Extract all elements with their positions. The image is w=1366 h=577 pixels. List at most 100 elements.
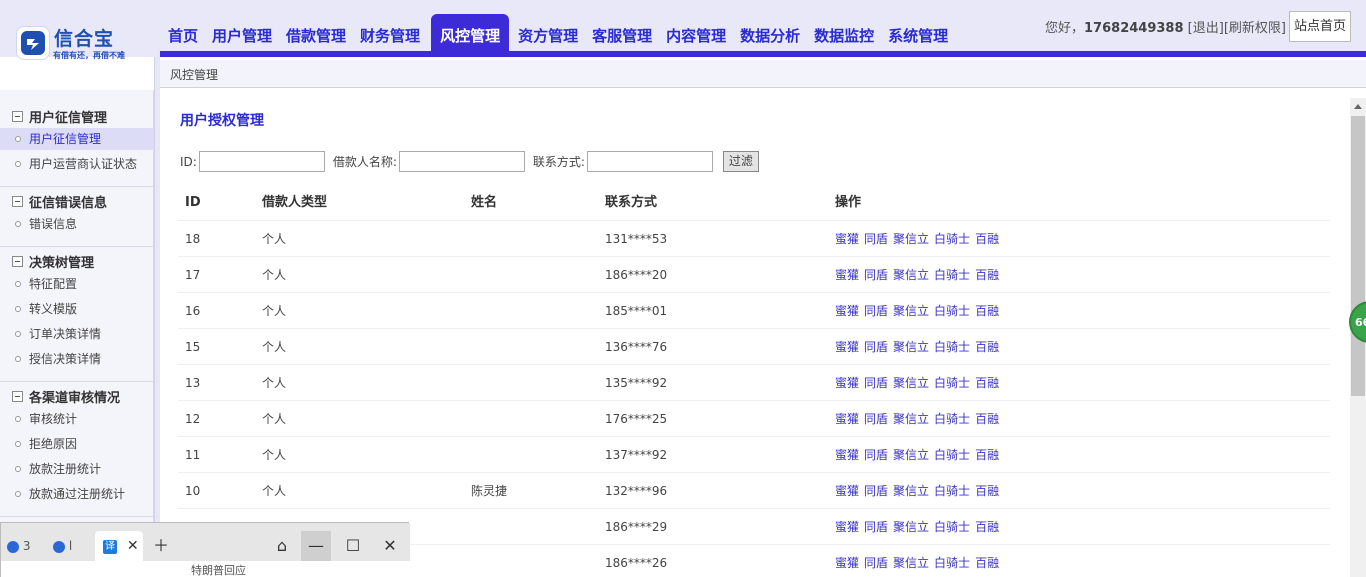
column-header[interactable]: 借款人类型	[262, 185, 327, 221]
new-tab-icon[interactable]: ＋	[146, 531, 176, 561]
action-link-0[interactable]: 蜜獾	[835, 304, 859, 318]
action-link-1[interactable]: 同盾	[864, 232, 888, 246]
action-link-1[interactable]: 同盾	[864, 376, 888, 390]
action-link-4[interactable]: 百融	[975, 268, 999, 282]
nav-item-5[interactable]: 资方管理	[512, 14, 584, 52]
scroll-thumb[interactable]	[1351, 116, 1365, 396]
column-header[interactable]: ID	[185, 185, 201, 221]
nav-item-1[interactable]: 用户管理	[206, 14, 278, 52]
sidebar-group-1[interactable]: 征信错误信息	[12, 191, 107, 211]
action-link-3[interactable]: 白骑士	[934, 520, 970, 534]
action-link-4[interactable]: 百融	[975, 340, 999, 354]
sidebar-item-3-1[interactable]: 拒绝原因	[0, 433, 154, 455]
close-window-icon[interactable]: ✕	[375, 531, 405, 561]
nav-item-8[interactable]: 数据分析	[734, 14, 806, 52]
action-link-2[interactable]: 聚信立	[893, 412, 929, 426]
action-link-3[interactable]: 白骑士	[934, 556, 970, 570]
action-link-2[interactable]: 聚信立	[893, 556, 929, 570]
contact-input[interactable]	[586, 151, 713, 172]
sidebar-group-0[interactable]: 用户征信管理	[12, 106, 107, 126]
action-link-3[interactable]: 白骑士	[934, 340, 970, 354]
nav-item-6[interactable]: 客服管理	[586, 14, 658, 52]
action-link-3[interactable]: 白骑士	[934, 448, 970, 462]
nav-item-3[interactable]: 财务管理	[354, 14, 426, 52]
nav-item-4[interactable]: 风控管理	[431, 14, 510, 52]
collapse-icon[interactable]	[12, 195, 23, 207]
action-link-1[interactable]: 同盾	[864, 268, 888, 282]
action-link-2[interactable]: 聚信立	[893, 304, 929, 318]
action-link-2[interactable]: 聚信立	[893, 376, 929, 390]
sidebar-item-3-2[interactable]: 放款注册统计	[0, 458, 154, 480]
action-link-2[interactable]: 聚信立	[893, 268, 929, 282]
action-link-0[interactable]: 蜜獾	[835, 520, 859, 534]
action-link-0[interactable]: 蜜獾	[835, 376, 859, 390]
action-link-4[interactable]: 百融	[975, 232, 999, 246]
toolbar-text[interactable]: 特朗普回应	[191, 562, 246, 577]
action-link-3[interactable]: 白骑士	[934, 304, 970, 318]
minimize-icon[interactable]: —	[301, 531, 331, 561]
maximize-icon[interactable]: ☐	[338, 531, 368, 561]
action-link-2[interactable]: 聚信立	[893, 448, 929, 462]
id-input[interactable]	[198, 151, 325, 172]
action-link-0[interactable]: 蜜獾	[835, 232, 859, 246]
action-link-2[interactable]: 聚信立	[893, 520, 929, 534]
action-link-0[interactable]: 蜜獾	[835, 340, 859, 354]
action-link-1[interactable]: 同盾	[864, 484, 888, 498]
action-link-4[interactable]: 百融	[975, 484, 999, 498]
action-link-4[interactable]: 百融	[975, 412, 999, 426]
sidebar-item-0-1[interactable]: 用户运营商认证状态	[0, 153, 154, 175]
action-link-4[interactable]: 百融	[975, 448, 999, 462]
browser-tab-2[interactable]: l	[51, 531, 89, 561]
sidebar-item-3-0[interactable]: 审核统计	[0, 408, 154, 430]
action-link-0[interactable]: 蜜獾	[835, 556, 859, 570]
logout-link[interactable]: [退出]	[1188, 21, 1224, 36]
nav-item-2[interactable]: 借款管理	[280, 14, 352, 52]
action-link-3[interactable]: 白骑士	[934, 484, 970, 498]
action-link-3[interactable]: 白骑士	[934, 232, 970, 246]
borrower-input[interactable]	[398, 151, 525, 172]
action-link-2[interactable]: 聚信立	[893, 232, 929, 246]
nav-item-7[interactable]: 内容管理	[660, 14, 732, 52]
tab-close-icon[interactable]: ✕	[127, 538, 139, 554]
column-header[interactable]: 联系方式	[605, 185, 657, 221]
sidebar-item-1-0[interactable]: 错误信息	[0, 213, 154, 235]
action-link-0[interactable]: 蜜獾	[835, 448, 859, 462]
action-link-4[interactable]: 百融	[975, 376, 999, 390]
action-link-1[interactable]: 同盾	[864, 556, 888, 570]
sidebar-group-3[interactable]: 各渠道审核情况	[12, 386, 120, 406]
action-link-0[interactable]: 蜜獾	[835, 268, 859, 282]
shirt-icon[interactable]: ⌂	[267, 531, 297, 561]
refresh-permissions-link[interactable]: [刷新权限]	[1224, 21, 1286, 36]
sidebar-group-2[interactable]: 决策树管理	[12, 251, 94, 271]
action-link-1[interactable]: 同盾	[864, 448, 888, 462]
column-header[interactable]: 操作	[835, 185, 861, 221]
action-link-1[interactable]: 同盾	[864, 412, 888, 426]
sidebar-item-2-3[interactable]: 授信决策详情	[0, 348, 154, 370]
filter-button[interactable]: 过滤	[722, 151, 759, 172]
action-link-0[interactable]: 蜜獾	[835, 484, 859, 498]
collapse-icon[interactable]	[12, 255, 23, 267]
action-link-2[interactable]: 聚信立	[893, 484, 929, 498]
logo[interactable]: 信合宝 有借有还，再借不难	[16, 26, 146, 62]
action-link-3[interactable]: 白骑士	[934, 412, 970, 426]
action-link-4[interactable]: 百融	[975, 304, 999, 318]
action-link-1[interactable]: 同盾	[864, 340, 888, 354]
nav-item-9[interactable]: 数据监控	[808, 14, 880, 52]
column-header[interactable]: 姓名	[471, 185, 497, 221]
sidebar-item-2-1[interactable]: 转义模版	[0, 298, 154, 320]
action-link-4[interactable]: 百融	[975, 520, 999, 534]
sidebar-item-2-0[interactable]: 特征配置	[0, 273, 154, 295]
action-link-1[interactable]: 同盾	[864, 304, 888, 318]
collapse-icon[interactable]	[12, 110, 23, 122]
sidebar-item-3-3[interactable]: 放款通过注册统计	[0, 483, 154, 505]
action-link-2[interactable]: 聚信立	[893, 340, 929, 354]
sidebar-item-0-0[interactable]: 用户征信管理	[0, 128, 154, 150]
browser-tab-1[interactable]: 3	[5, 531, 45, 561]
collapse-icon[interactable]	[12, 390, 23, 402]
sidebar-item-2-2[interactable]: 订单决策详情	[0, 323, 154, 345]
browser-tab-3[interactable]: 译 ✕	[95, 531, 143, 561]
action-link-0[interactable]: 蜜獾	[835, 412, 859, 426]
site-home-button[interactable]: 站点首页	[1289, 11, 1351, 42]
nav-item-10[interactable]: 系统管理	[882, 14, 954, 52]
action-link-3[interactable]: 白骑士	[934, 268, 970, 282]
